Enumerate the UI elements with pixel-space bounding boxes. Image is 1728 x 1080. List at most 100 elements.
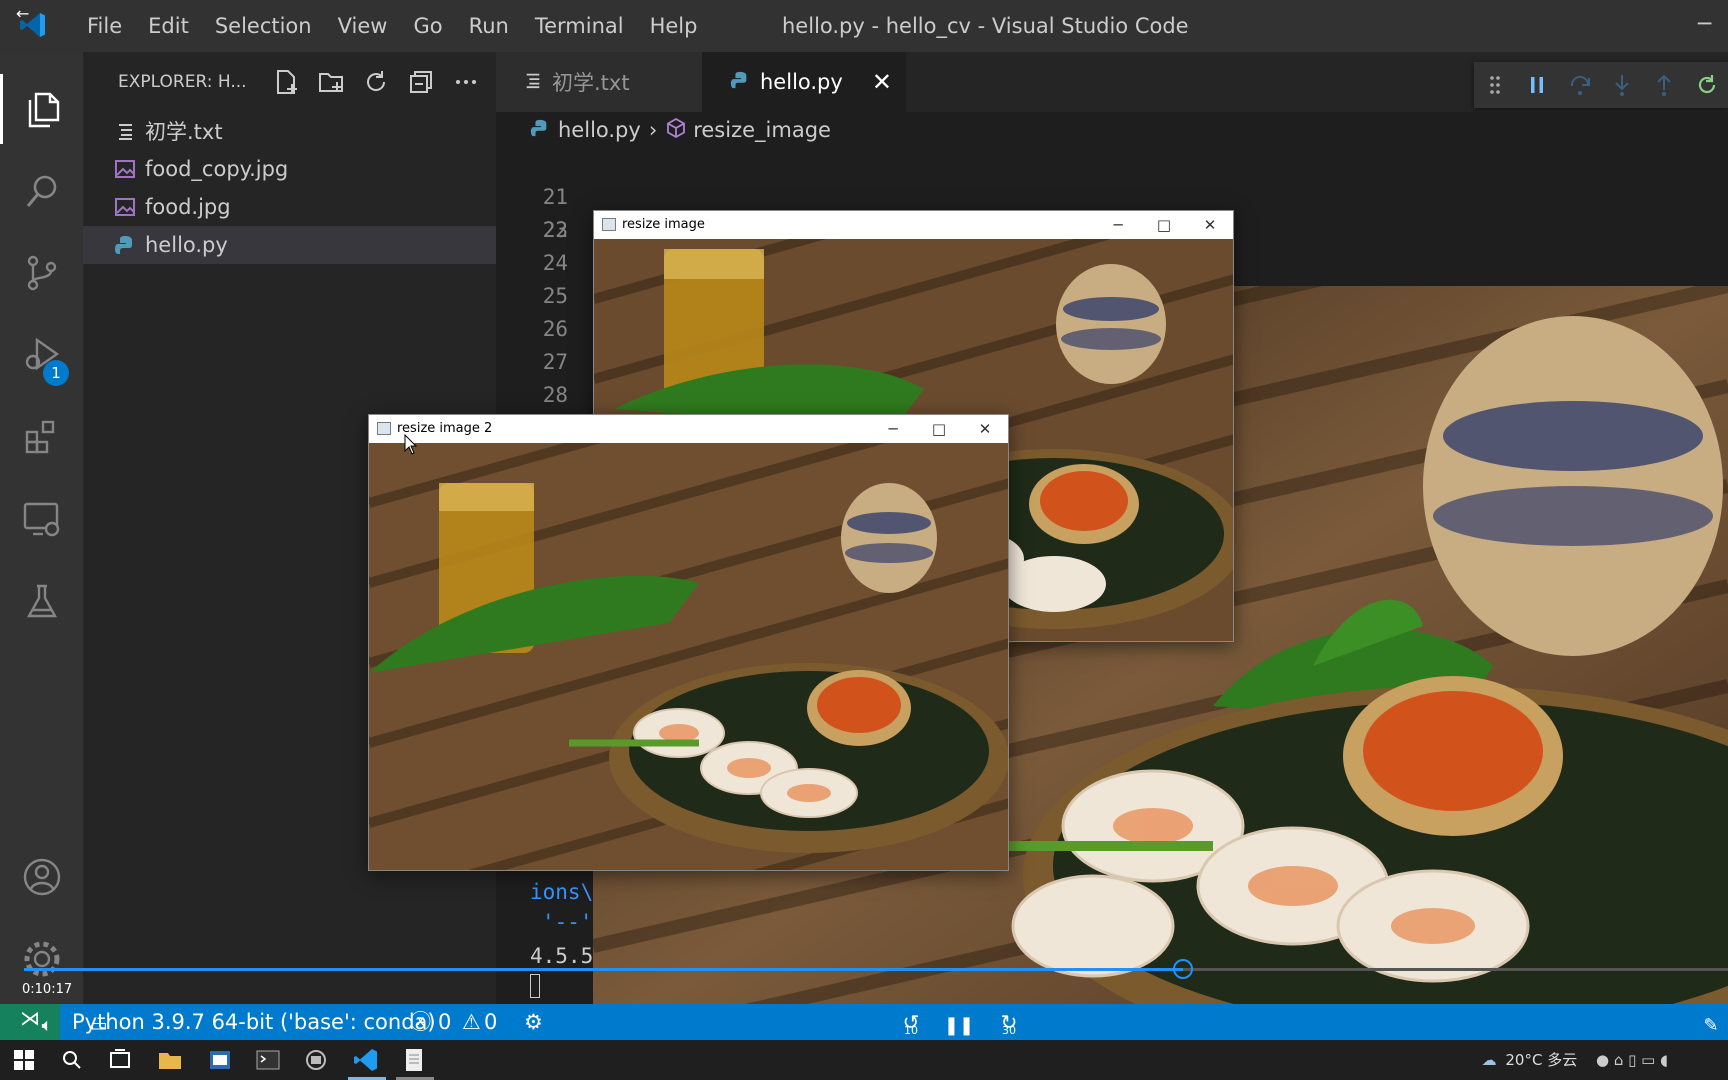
source-control-activity[interactable]: [0, 238, 83, 308]
close-tab-icon[interactable]: ✕: [872, 68, 892, 96]
maximize-icon[interactable]: □: [1141, 213, 1187, 237]
image-window-titlebar[interactable]: resize image ─ □ ✕: [594, 211, 1233, 239]
activity-bar: 1: [0, 52, 83, 1004]
minimize-icon[interactable]: ─: [1698, 12, 1728, 37]
tab-chuxue-txt[interactable]: 初学.txt: [496, 52, 702, 112]
search-activity[interactable]: [0, 156, 83, 226]
menu-go[interactable]: Go: [400, 14, 455, 38]
video-time: 0:10:17: [22, 982, 73, 997]
warning-count[interactable]: 0: [484, 1004, 497, 1040]
remote-explorer-activity[interactable]: [0, 484, 83, 554]
tray-icons[interactable]: ● ⌂ ▯ ▭ ◖: [1596, 1051, 1668, 1069]
tab-label: 初学.txt: [552, 71, 630, 95]
edit-button[interactable]: ✎: [1694, 1010, 1728, 1040]
close-icon[interactable]: ✕: [962, 417, 1008, 441]
file-list: 初学.txt food_copy.jpg food.jpg hello.py: [83, 112, 496, 264]
gear-icon: [24, 941, 59, 977]
line-number: 23: [542, 218, 568, 242]
taskbar-search-icon[interactable]: [58, 1046, 86, 1074]
pause-icon: [1531, 77, 1544, 93]
step-into-button[interactable]: [1601, 62, 1643, 108]
step-out-button[interactable]: [1643, 62, 1685, 108]
file-explorer-icon[interactable]: [156, 1046, 184, 1074]
file-item-hello-py[interactable]: hello.py: [83, 226, 496, 264]
tab-hello-py[interactable]: hello.py ✕: [702, 52, 906, 112]
video-seek-bar[interactable]: [24, 959, 1728, 979]
extensions-activity[interactable]: [0, 402, 83, 472]
video-seek-knob[interactable]: [1172, 959, 1193, 979]
captions-button[interactable]: ▭: [82, 1010, 116, 1040]
minimize-icon[interactable]: ─: [1095, 213, 1141, 237]
close-icon[interactable]: ✕: [1187, 213, 1233, 237]
status-bar: ⋊ Python 3.9.7 64-bit ('base': conda) ⓧ …: [0, 1004, 1728, 1040]
task-view-icon[interactable]: [106, 1046, 134, 1074]
explorer-actions: [263, 64, 488, 100]
file-item-food-jpg[interactable]: food.jpg: [83, 188, 496, 226]
terminal-cursor: [530, 974, 540, 998]
new-folder-button[interactable]: [308, 64, 353, 100]
debug-drag-handle[interactable]: [1474, 62, 1516, 108]
notepad-icon[interactable]: [400, 1046, 428, 1074]
more-actions-button[interactable]: [443, 64, 488, 100]
breadcrumb-file[interactable]: hello.py: [558, 118, 641, 142]
app-window-icon[interactable]: [206, 1046, 234, 1074]
extensions-icon: [25, 420, 54, 454]
breadcrumb-symbol[interactable]: resize_image: [693, 118, 831, 142]
menu-help[interactable]: Help: [637, 14, 711, 38]
play-pause-button[interactable]: ❚❚: [942, 1010, 976, 1040]
menu-edit[interactable]: Edit: [135, 14, 202, 38]
window-app-icon: [377, 422, 391, 435]
python-interpreter[interactable]: Python 3.9.7 64-bit ('base': conda): [72, 1004, 436, 1040]
pen-icon: ✎: [1703, 1014, 1719, 1036]
symbol-method-icon: [665, 117, 687, 144]
step-over-button[interactable]: [1559, 62, 1601, 108]
new-file-icon: [276, 70, 297, 94]
restart-button[interactable]: [1686, 62, 1728, 108]
code-line: 22 img = cv2.imread(img_name): [496, 181, 996, 275]
menu-terminal[interactable]: Terminal: [522, 14, 637, 38]
error-count[interactable]: 0: [438, 1004, 451, 1040]
menu-view[interactable]: View: [325, 14, 401, 38]
volume-button[interactable]: 🔈︎: [30, 1010, 64, 1040]
rewind-button[interactable]: ↺ 10: [894, 1010, 928, 1040]
file-label: food.jpg: [145, 195, 231, 219]
files-icon: [28, 92, 60, 128]
file-item-chuxue-txt[interactable]: 初学.txt: [83, 112, 496, 150]
forward-button[interactable]: ↻ 30: [992, 1010, 1026, 1040]
restart-icon: [1698, 75, 1715, 94]
cloud-icon: ☁: [1481, 1051, 1497, 1069]
debug-status-icon[interactable]: ⚙: [524, 1004, 543, 1040]
terminal-text: '--': [542, 910, 593, 934]
pause-button[interactable]: [1516, 62, 1558, 108]
minimize-icon[interactable]: ─: [870, 417, 916, 441]
file-label: hello.py: [145, 233, 228, 257]
python-file-icon: [730, 70, 750, 94]
refresh-button[interactable]: [353, 64, 398, 100]
collapse-all-button[interactable]: [398, 64, 443, 100]
app-generic-icon[interactable]: [302, 1046, 330, 1074]
testing-activity[interactable]: [0, 566, 83, 636]
windows-start-icon[interactable]: [10, 1046, 38, 1074]
accounts-activity[interactable]: [0, 842, 83, 912]
weather-text[interactable]: 20°C 多云: [1505, 1051, 1577, 1069]
file-label: food_copy.jpg: [145, 157, 289, 181]
breadcrumb: hello.py › resize_image: [496, 112, 1728, 148]
line-number: 25: [542, 284, 568, 308]
new-file-button[interactable]: [263, 64, 308, 100]
vscode-taskbar-icon[interactable]: [352, 1046, 380, 1074]
error-icon: ⓧ: [410, 1010, 431, 1034]
image-window-titlebar[interactable]: resize image 2 ─ □ ✕: [369, 415, 1008, 443]
explorer-activity[interactable]: [0, 74, 83, 144]
python-file-icon: [113, 233, 137, 257]
menu-run[interactable]: Run: [456, 14, 522, 38]
image-file-icon: [113, 157, 137, 181]
maximize-icon[interactable]: □: [916, 417, 962, 441]
image-window-resize-image-2[interactable]: resize image 2 ─ □ ✕: [368, 414, 1009, 871]
menu-file[interactable]: File: [74, 14, 135, 38]
terminal-text: ions\: [530, 880, 594, 904]
file-item-food-copy-jpg[interactable]: food_copy.jpg: [83, 150, 496, 188]
flask-icon: [26, 584, 57, 618]
terminal-app-icon[interactable]: [254, 1046, 282, 1074]
menu-selection[interactable]: Selection: [202, 14, 325, 38]
run-debug-activity[interactable]: 1: [0, 320, 83, 390]
